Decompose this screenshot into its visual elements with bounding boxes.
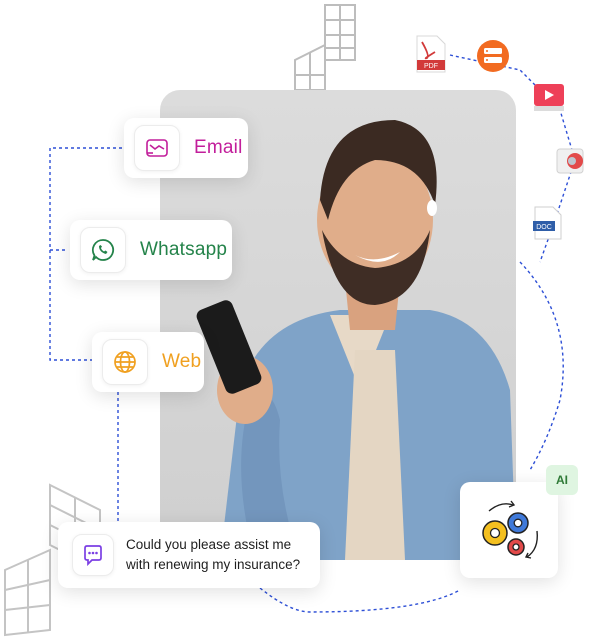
chat-bubble-icon [72,534,114,576]
chat-line-1: Could you please assist me [126,537,292,552]
email-channel-card[interactable]: Email [124,118,248,178]
audio-speaker-icon [555,145,589,182]
whatsapp-icon [80,227,126,273]
video-play-icon [532,82,566,119]
email-icon [134,125,180,171]
doc-label: DOC [536,224,552,231]
pdf-file-icon: PDF [413,34,447,79]
server-icon [475,38,511,79]
web-label: Web [162,351,202,372]
doc-file-icon: DOC [531,205,563,246]
whatsapp-label: Whatsapp [140,239,228,260]
pdf-label: PDF [424,63,438,70]
email-label: Email [194,137,243,158]
chat-line-2: with renewing my insurance? [126,557,301,572]
ai-processing-card[interactable] [460,482,558,578]
globe-icon [102,339,148,385]
chat-message-card[interactable]: Could you please assist me with renewing… [58,522,320,588]
chat-message-text: Could you please assist me with renewing… [126,535,300,575]
web-channel-card[interactable]: Web [92,332,204,392]
whatsapp-channel-card[interactable]: Whatsapp [70,220,232,280]
ai-badge: AI [546,465,578,495]
gears-icon [482,500,538,559]
